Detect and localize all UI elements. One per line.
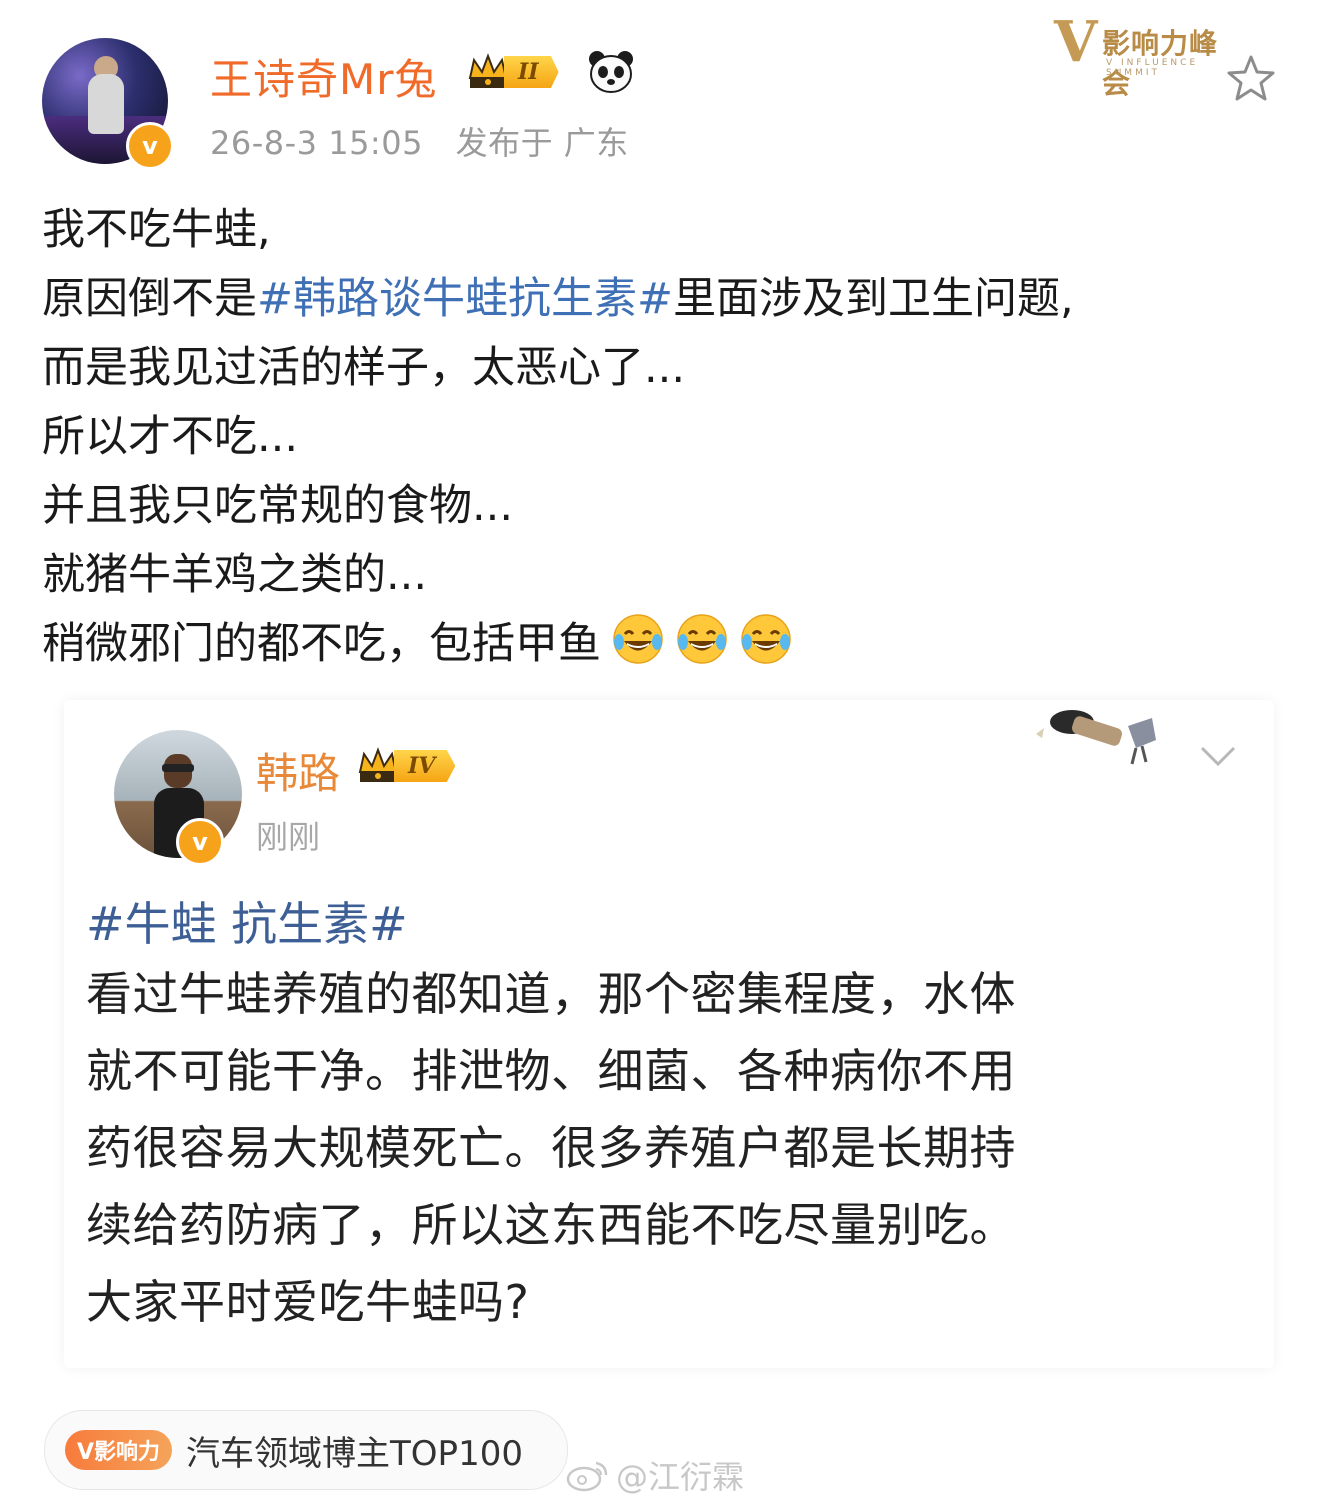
post-line: 我不吃牛蛙, xyxy=(42,205,271,255)
watermark-text: @江衍霖 xyxy=(616,1458,745,1496)
influence-label: 汽车领域博主TOP100 xyxy=(186,1433,523,1474)
crown-icon xyxy=(466,52,510,92)
influence-badge: V影响力 xyxy=(65,1430,173,1470)
post-line-text: 里面涉及到卫生问题, xyxy=(673,274,1074,324)
brand-logo: V 影响力峰会 V INFLUENCE SUMMIT xyxy=(1054,9,1244,100)
author-name[interactable]: 王诗奇Mr兔 xyxy=(210,46,438,107)
quoted-line: 大家平时爱吃牛蛙吗? xyxy=(86,1275,530,1329)
quoted-hashtag: #牛蛙 抗生素# xyxy=(86,897,408,951)
post-location: 发布于 广东 xyxy=(455,124,629,162)
influence-tag[interactable]: V影响力 汽车领域博主TOP100 xyxy=(44,1410,568,1490)
laugh-cry-emoji xyxy=(677,614,727,664)
star-icon[interactable] xyxy=(1224,52,1278,106)
post-line: 并且我只吃常规的食物... xyxy=(42,481,514,531)
quoted-time: 刚刚 xyxy=(256,818,321,856)
sticker-icon xyxy=(1036,710,1156,765)
post-body: 我不吃牛蛙, 原因倒不是#韩路谈牛蛙抗生素#里面涉及到卫生问题, 而是我见过活的… xyxy=(42,196,1282,679)
quoted-line: 看过牛蛙养殖的都知道，那个密集程度，水体 xyxy=(86,967,1016,1021)
post-line: 稍微邪门的都不吃，包括甲鱼 xyxy=(42,610,1282,679)
post-time: 26-8-3 15:05 xyxy=(210,124,423,162)
post-line: 而是我见过活的样子，太恶心了... xyxy=(42,343,686,393)
verified-badge-icon: v xyxy=(176,818,224,866)
logo-mark: V xyxy=(1054,9,1098,75)
quoted-body: #牛蛙 抗生素# 看过牛蛙养殖的都知道，那个密集程度，水体 就不可能干净。排泄物… xyxy=(86,892,1256,1341)
chevron-down-icon[interactable] xyxy=(1198,744,1238,768)
weibo-icon xyxy=(566,1461,608,1492)
quoted-line: 就不可能干净。排泄物、细菌、各种病你不用 xyxy=(86,1044,1016,1098)
quoted-line: 续给药防病了，所以这东西能不吃尽量别吃。 xyxy=(86,1198,1016,1252)
post-line: 就猪牛羊鸡之类的... xyxy=(42,550,428,600)
laugh-cry-emoji xyxy=(741,614,791,664)
level-text: II xyxy=(504,56,559,88)
quoted-author-name: 韩路 xyxy=(256,749,341,798)
quoted-line: 药很容易大规模死亡。很多养殖户都是长期持 xyxy=(86,1121,1016,1175)
post-line-text: 原因倒不是 xyxy=(42,274,257,324)
quoted-post-image[interactable]: v 韩路 IV 刚刚 #牛蛙 抗生素# 看过牛蛙养殖的都知道，那个密集程度，水体… xyxy=(64,700,1274,1368)
crown-icon xyxy=(356,746,400,786)
post-line: 所以才不吃... xyxy=(42,412,299,462)
level-text: IV xyxy=(394,750,456,782)
level-badge[interactable]: II xyxy=(466,52,559,92)
hashtag-link[interactable]: #韩路谈牛蛙抗生素# xyxy=(257,274,673,324)
post-meta: 26-8-3 15:05 发布于 广东 xyxy=(210,118,651,164)
verified-badge-icon: v xyxy=(126,122,174,170)
post-line: 原因倒不是#韩路谈牛蛙抗生素#里面涉及到卫生问题, xyxy=(42,265,1282,334)
watermark: @江衍霖 xyxy=(566,1452,744,1498)
post-line-text: 稍微邪门的都不吃，包括甲鱼 xyxy=(42,619,601,669)
laugh-cry-emoji xyxy=(613,614,663,664)
panda-icon xyxy=(589,51,633,93)
quoted-level-badge: IV xyxy=(356,746,456,786)
